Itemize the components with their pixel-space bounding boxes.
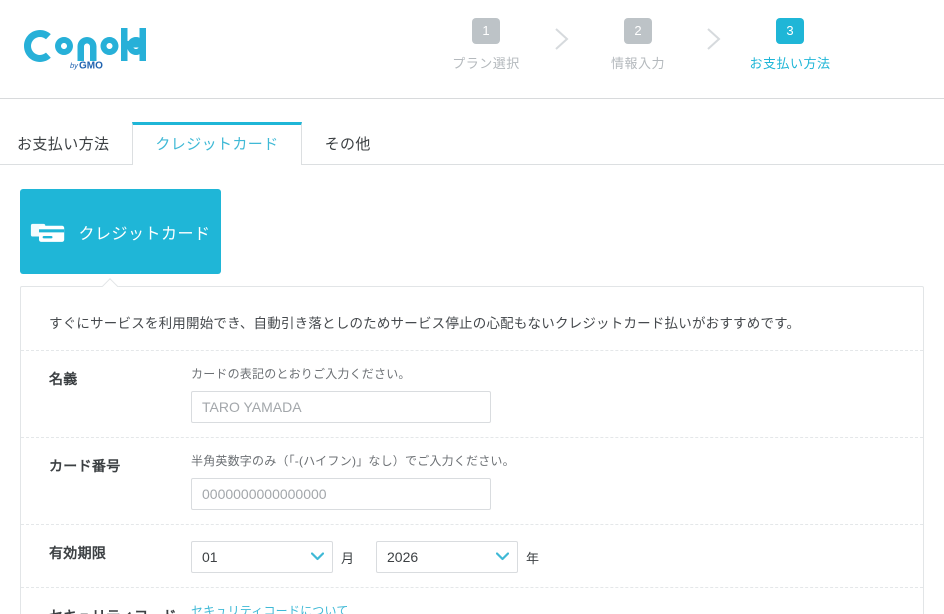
step-separator-1 xyxy=(532,18,592,54)
form-intro-text: すぐにサービスを利用開始でき、自動引き落としのためサービス停止の心配もないクレジ… xyxy=(49,316,801,331)
chevron-right-icon xyxy=(555,28,569,50)
payment-method-tabbar: お支払い方法 クレジットカード その他 xyxy=(0,119,944,165)
expiry-month-unit: 月 xyxy=(341,550,355,566)
credit-card-method-button[interactable]: クレジットカード xyxy=(20,189,221,274)
security-code-help-link[interactable]: セキュリティコードについて xyxy=(191,602,349,614)
label-cardholder-name: 名義 xyxy=(49,371,78,387)
expiry-year-select-wrap: 2026202720282029203020312032203320342035 xyxy=(376,541,519,573)
card-number-input[interactable] xyxy=(191,478,491,510)
step-item-3[interactable]: 3 お支払い方法 xyxy=(744,18,836,72)
step-indicator: 1 プラン選択 2 情報入力 3 お支払い方法 xyxy=(440,18,836,72)
step-item-1[interactable]: 1 プラン選択 xyxy=(440,18,532,72)
form-row-card-number: カード番号 半角英数字のみ（「-(ハイフン)」なし）でご入力ください。 xyxy=(21,437,923,524)
step-badge-3: 3 xyxy=(776,18,804,44)
conoha-logo[interactable]: by GMO xyxy=(18,24,152,72)
expiry-month-select-wrap: 010203040506070809101112 xyxy=(191,541,333,573)
site-header: by GMO 1 プラン選択 2 情報入力 3 お支払い方法 xyxy=(0,0,944,99)
expiry-month-select[interactable]: 010203040506070809101112 xyxy=(191,541,333,573)
tab-heading-payment-method: お支払い方法 xyxy=(17,136,110,153)
tab-other[interactable]: その他 xyxy=(302,124,394,164)
hint-card-number: 半角英数字のみ（「-(ハイフン)」なし）でご入力ください。 xyxy=(191,454,515,468)
form-row-security-code: セキュリティコード セキュリティコードについて xyxy=(21,587,923,614)
step-label-1: プラン選択 xyxy=(452,56,520,71)
step-label-2: 情報入力 xyxy=(610,56,665,71)
step-separator-2 xyxy=(684,18,744,54)
hint-cardholder-name: カードの表記のとおりご入力ください。 xyxy=(191,367,411,381)
form-row-cardholder-name: 名義 カードの表記のとおりご入力ください。 xyxy=(21,350,923,437)
step-label-3: お支払い方法 xyxy=(749,56,831,71)
cardholder-name-input[interactable] xyxy=(191,391,491,423)
credit-card-method-label: クレジットカード xyxy=(78,225,211,243)
svg-text:by: by xyxy=(70,61,79,70)
form-row-expiry: 有効期限 010203040506070809101112 月 20262027… xyxy=(21,524,923,587)
svg-text:GMO: GMO xyxy=(79,61,103,72)
credit-card-form: すぐにサービスを利用開始でき、自動引き落としのためサービス停止の心配もないクレジ… xyxy=(20,286,924,614)
expiry-year-unit: 年 xyxy=(526,550,540,566)
step-item-2[interactable]: 2 情報入力 xyxy=(592,18,684,72)
label-card-number: カード番号 xyxy=(49,458,121,474)
step-badge-2: 2 xyxy=(624,18,652,44)
payment-page: by GMO 1 プラン選択 2 情報入力 3 お支払い方法 お支払い方法 クレ… xyxy=(0,0,944,614)
credit-card-icon xyxy=(31,223,65,242)
form-notch-pointer xyxy=(102,278,120,287)
expiry-year-select[interactable]: 2026202720282029203020312032203320342035 xyxy=(376,541,519,573)
label-expiry: 有効期限 xyxy=(49,545,107,561)
label-security-code: セキュリティコード xyxy=(49,602,191,614)
chevron-right-icon xyxy=(707,28,721,50)
step-badge-1: 1 xyxy=(472,18,500,44)
tab-credit-card[interactable]: クレジットカード xyxy=(132,122,302,165)
